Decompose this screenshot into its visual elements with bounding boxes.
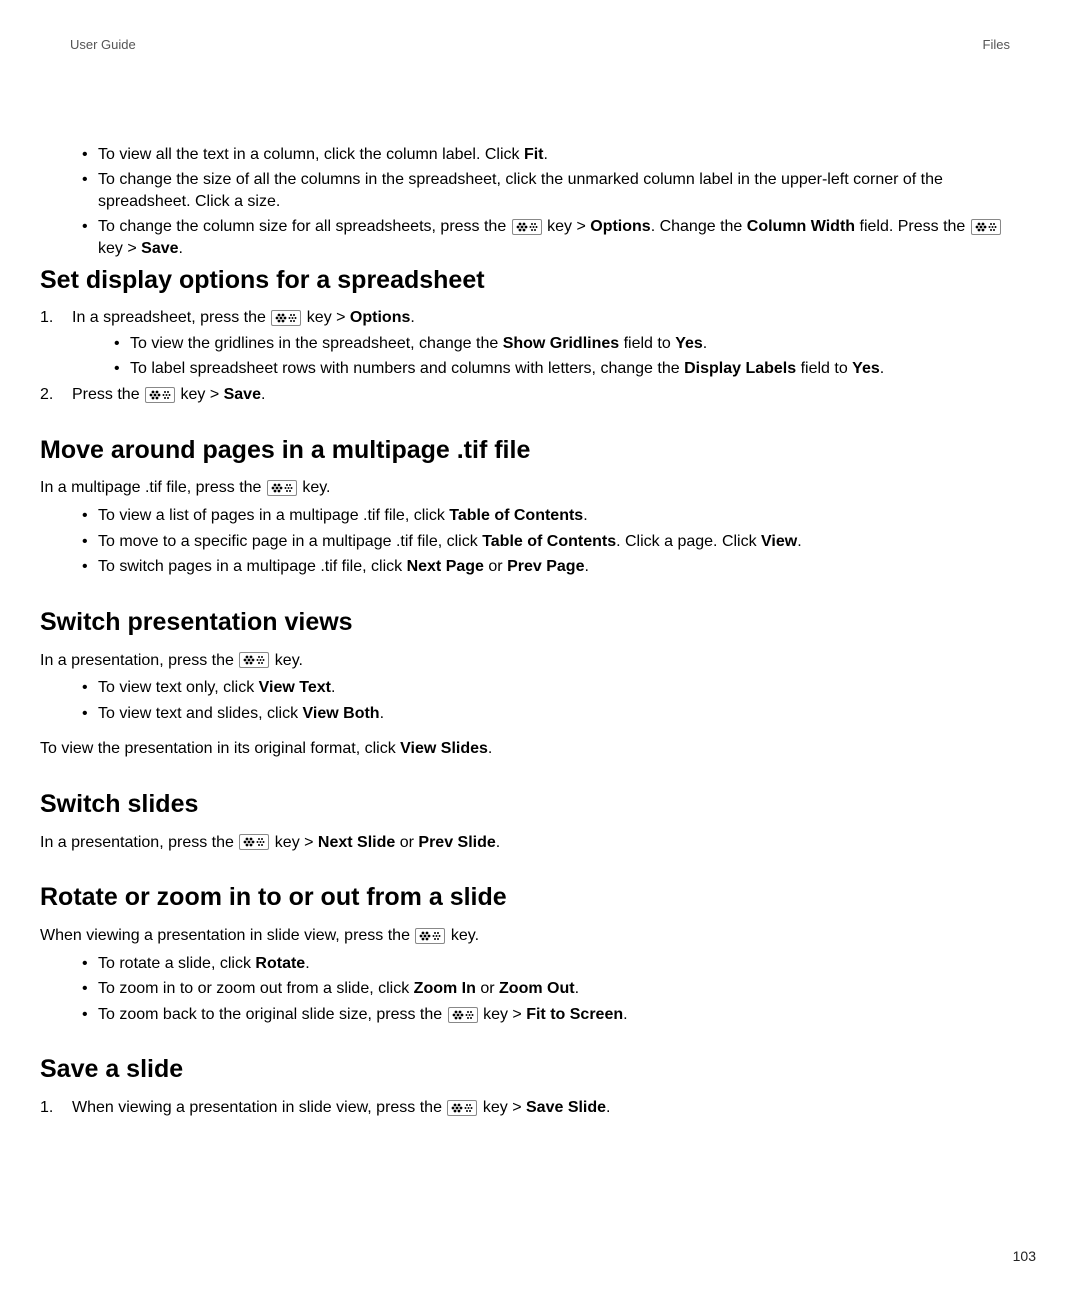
menu-key-icon — [239, 652, 269, 668]
header-left: User Guide — [70, 36, 136, 54]
bold-term: Show Gridlines — [503, 335, 619, 352]
bullet-list: To view a list of pages in a multipage .… — [40, 505, 1010, 578]
list-item: To zoom back to the original slide size,… — [40, 1004, 1010, 1026]
bold-term: Column Width — [747, 218, 855, 235]
bold-term: Yes — [852, 360, 880, 377]
list-item: To view text and slides, click View Both… — [40, 703, 1010, 725]
list-item: To zoom in to or zoom out from a slide, … — [40, 978, 1010, 1000]
header-right: Files — [983, 36, 1010, 54]
doc-section: Switch presentation views In a presentati… — [40, 606, 1010, 760]
doc-section: Save a slide When viewing a presentation … — [40, 1053, 1010, 1118]
section-heading: Switch presentation views — [40, 606, 1010, 640]
doc-section: Rotate or zoom in to or out from a slide… — [40, 881, 1010, 1025]
menu-key-icon — [145, 387, 175, 403]
bold-term: Save — [141, 240, 178, 257]
bold-term: View Both — [303, 705, 380, 722]
ordered-step: When viewing a presentation in slide vie… — [40, 1097, 1010, 1119]
section-heading: Set display options for a spreadsheet — [40, 264, 1010, 298]
menu-key-icon — [271, 310, 301, 326]
page-header: User Guide Files — [40, 36, 1040, 54]
menu-key-icon — [239, 834, 269, 850]
bold-term: Save Slide — [526, 1099, 606, 1116]
bold-term: Prev Slide — [418, 834, 495, 851]
ordered-step: Press the key > Save. — [40, 384, 1010, 406]
section-heading: Save a slide — [40, 1053, 1010, 1087]
menu-key-icon — [512, 219, 542, 235]
bold-term: View — [761, 533, 797, 550]
section-heading: Switch slides — [40, 788, 1010, 822]
bold-term: Table of Contents — [482, 533, 616, 550]
bold-term: Next Page — [407, 558, 484, 575]
menu-key-icon — [971, 219, 1001, 235]
bold-term: View Slides — [400, 740, 488, 757]
bold-term: Fit to Screen — [526, 1006, 623, 1023]
ordered-list: In a spreadsheet, press the key > Option… — [40, 307, 1010, 405]
menu-key-icon — [447, 1100, 477, 1116]
section-intro: When viewing a presentation in slide vie… — [40, 925, 1010, 947]
bold-term: Save — [224, 386, 261, 403]
intro-bullet-list: To view all the text in a column, click … — [40, 144, 1010, 260]
list-item: To view all the text in a column, click … — [40, 144, 1010, 166]
section-intro: In a presentation, press the key. — [40, 650, 1010, 672]
list-item: To label spreadsheet rows with numbers a… — [72, 358, 1010, 380]
bold-term: Rotate — [255, 955, 305, 972]
bold-term: Zoom In — [414, 980, 476, 997]
list-item: To change the size of all the columns in… — [40, 169, 1010, 212]
list-item: To change the column size for all spread… — [40, 216, 1010, 259]
bold-term: Prev Page — [507, 558, 584, 575]
list-item: To view a list of pages in a multipage .… — [40, 505, 1010, 527]
section-heading: Rotate or zoom in to or out from a slide — [40, 881, 1010, 915]
list-item: To move to a specific page in a multipag… — [40, 531, 1010, 553]
page-number: 103 — [1013, 1247, 1036, 1266]
menu-key-icon — [267, 480, 297, 496]
bold-term: Next Slide — [318, 834, 395, 851]
page-content: To view all the text in a column, click … — [40, 144, 1040, 1119]
bold-term: Fit — [524, 146, 544, 163]
list-item: To view the gridlines in the spreadsheet… — [72, 333, 1010, 355]
doc-section: Set display options for a spreadsheet In … — [40, 264, 1010, 406]
list-item: To switch pages in a multipage .tif file… — [40, 556, 1010, 578]
bold-term: Yes — [675, 335, 703, 352]
ordered-step: In a spreadsheet, press the key > Option… — [40, 307, 1010, 380]
bullet-list: To view text only, click View Text. To vi… — [40, 677, 1010, 724]
section-intro: In a presentation, press the key > Next … — [40, 832, 1010, 854]
bold-term: View Text — [259, 679, 331, 696]
menu-key-icon — [448, 1007, 478, 1023]
bold-term: Zoom Out — [499, 980, 575, 997]
bold-term: Options — [350, 309, 410, 326]
doc-section: Switch slides In a presentation, press th… — [40, 788, 1010, 853]
doc-section: Move around pages in a multipage .tif fi… — [40, 434, 1010, 578]
section-intro: In a multipage .tif file, press the key. — [40, 477, 1010, 499]
bold-term: Table of Contents — [449, 507, 583, 524]
menu-key-icon — [415, 928, 445, 944]
sub-bullet-list: To view the gridlines in the spreadsheet… — [72, 333, 1010, 380]
section-heading: Move around pages in a multipage .tif fi… — [40, 434, 1010, 468]
list-item: To view text only, click View Text. — [40, 677, 1010, 699]
list-item: To rotate a slide, click Rotate. — [40, 953, 1010, 975]
section-outro: To view the presentation in its original… — [40, 738, 1010, 760]
bold-term: Display Labels — [684, 360, 796, 377]
bullet-list: To rotate a slide, click Rotate. To zoom … — [40, 953, 1010, 1026]
ordered-list: When viewing a presentation in slide vie… — [40, 1097, 1010, 1119]
bold-term: Options — [590, 218, 650, 235]
